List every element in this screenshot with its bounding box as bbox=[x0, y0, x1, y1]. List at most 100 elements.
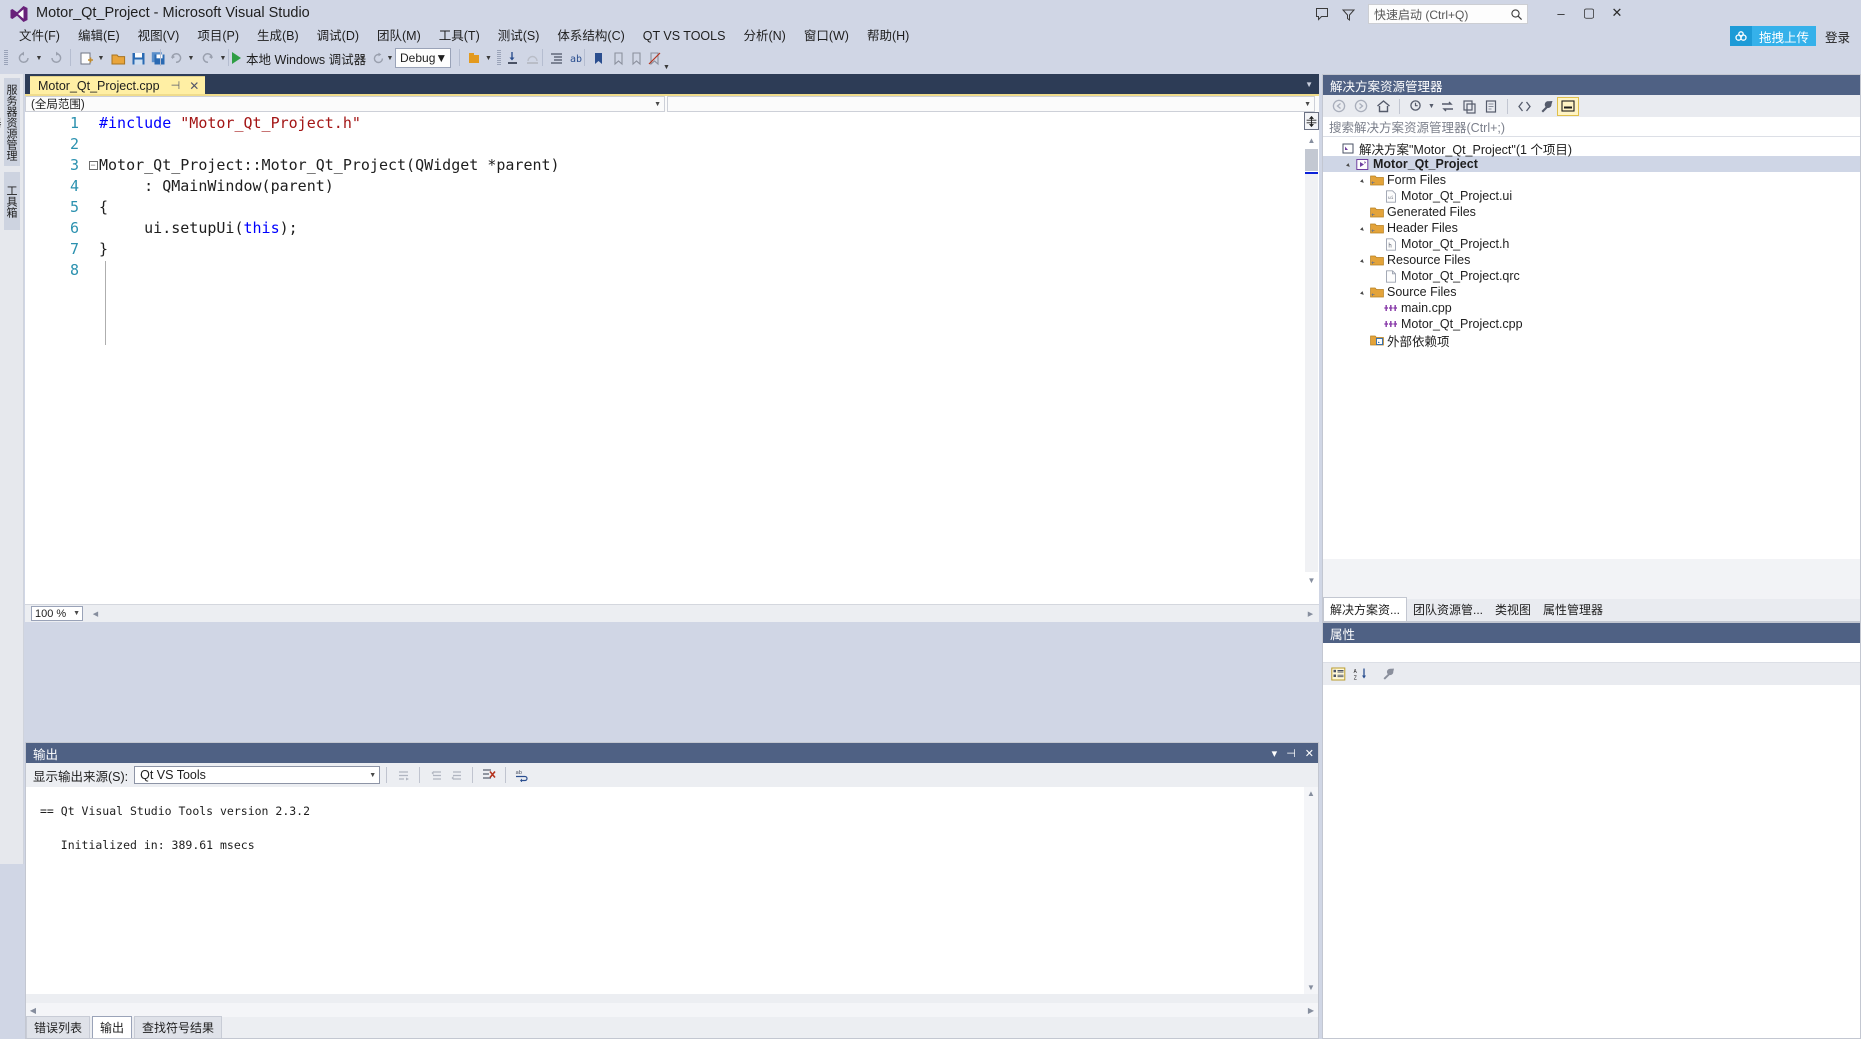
tab-property-manager[interactable]: 属性管理器 bbox=[1537, 598, 1609, 621]
tree-item-header-file[interactable]: h Motor_Qt_Project.h bbox=[1323, 236, 1860, 252]
menu-item-window[interactable]: 窗口(W) bbox=[795, 26, 858, 46]
output-text-area[interactable]: == Qt Visual Studio Tools version 2.3.2 … bbox=[26, 787, 1318, 994]
tree-item-qrc-file[interactable]: Motor_Qt_Project.qrc bbox=[1323, 268, 1860, 284]
next-message-icon[interactable] bbox=[446, 766, 466, 784]
tab-class-view[interactable]: 类视图 bbox=[1489, 598, 1537, 621]
horizontal-splitter[interactable] bbox=[25, 622, 1319, 626]
tree-item-solution[interactable]: 解决方案"Motor_Qt_Project"(1 个项目) bbox=[1323, 140, 1860, 157]
close-button[interactable]: ✕ bbox=[1604, 2, 1630, 24]
scope-dropdown[interactable]: (全局范围) ▼ bbox=[25, 96, 665, 112]
editor-vertical-scrollbar-thumb[interactable] bbox=[1305, 149, 1318, 171]
menu-item-team[interactable]: 团队(M) bbox=[368, 26, 430, 46]
open-file-icon[interactable] bbox=[108, 49, 128, 67]
previous-message-icon[interactable] bbox=[426, 766, 446, 784]
step-over-icon[interactable] bbox=[522, 49, 542, 67]
menu-item-project[interactable]: 项目(P) bbox=[188, 26, 248, 46]
next-bookmark-icon[interactable] bbox=[626, 49, 646, 67]
tab-team-explorer[interactable]: 团队资源管... bbox=[1407, 598, 1489, 621]
tree-item-folder[interactable]: ▲ Resource Files bbox=[1323, 252, 1860, 268]
code-editor-surface[interactable]: 1 #include "Motor_Qt_Project.h" 2 3− Motor_Q… bbox=[25, 112, 1319, 604]
tree-item-ui-file[interactable]: ui Motor_Qt_Project.ui bbox=[1323, 188, 1860, 204]
menu-item-build[interactable]: 生成(B) bbox=[248, 26, 308, 46]
expand-collapse-icon[interactable]: ▲ bbox=[1355, 288, 1368, 296]
menu-item-file[interactable]: 文件(F) bbox=[10, 26, 69, 46]
expand-collapse-icon[interactable]: ▲ bbox=[1355, 224, 1368, 232]
chevron-down-icon[interactable]: ▾ bbox=[1272, 747, 1278, 760]
pin-icon[interactable]: ⊣ bbox=[1286, 747, 1296, 760]
tab-find-symbol-results[interactable]: 查找符号结果 bbox=[134, 1016, 223, 1038]
member-dropdown[interactable]: ▼ bbox=[667, 96, 1315, 112]
sync-with-active-document-icon[interactable] bbox=[1436, 97, 1458, 116]
preview-selected-items-icon[interactable] bbox=[1557, 96, 1579, 116]
collapse-all-icon[interactable] bbox=[1480, 97, 1502, 116]
undo-dropdown-icon[interactable]: ▼ bbox=[186, 49, 196, 67]
properties-object-dropdown[interactable] bbox=[1323, 643, 1860, 663]
refresh-icon[interactable] bbox=[1458, 97, 1480, 116]
pending-changes-filter-icon[interactable] bbox=[1405, 97, 1427, 116]
zoom-level-dropdown[interactable]: 100 % ▼ bbox=[31, 606, 83, 621]
menu-item-architecture[interactable]: 体系结构(C) bbox=[548, 26, 633, 46]
tab-output[interactable]: 输出 bbox=[92, 1016, 133, 1038]
code-line[interactable]: 2 bbox=[25, 133, 1319, 154]
navigate-back-dropdown-icon[interactable]: ▼ bbox=[34, 49, 44, 67]
tree-item-folder[interactable]: ▲ Form Files bbox=[1323, 172, 1860, 188]
menu-item-debug[interactable]: 调试(D) bbox=[308, 26, 368, 46]
editor-scroll-up-icon[interactable]: ▲ bbox=[1305, 134, 1318, 147]
save-icon[interactable] bbox=[128, 49, 148, 67]
server-explorer-vertical-tab[interactable]: 服务器资源管理器 bbox=[0, 78, 20, 166]
code-line[interactable]: 1 #include "Motor_Qt_Project.h" bbox=[25, 112, 1319, 133]
chevron-down-icon[interactable]: ▼ bbox=[1305, 80, 1313, 89]
close-icon[interactable]: ✕ bbox=[189, 79, 199, 93]
toggle-word-wrap-icon[interactable]: ab bbox=[512, 766, 532, 784]
editor-tab-motor-qt-project-cpp[interactable]: Motor_Qt_Project.cpp ⊣ ✕ bbox=[30, 76, 206, 94]
tab-error-list[interactable]: 错误列表 bbox=[26, 1016, 91, 1038]
navigate-back-icon[interactable] bbox=[14, 49, 34, 67]
output-source-dropdown[interactable]: Qt VS Tools ▼ bbox=[134, 766, 381, 784]
new-project-dropdown-icon[interactable]: ▼ bbox=[96, 49, 106, 67]
feedback-icon[interactable] bbox=[1312, 4, 1332, 24]
redo-icon[interactable] bbox=[198, 49, 218, 67]
fold-toggle-icon[interactable]: − bbox=[87, 160, 99, 170]
tab-solution-explorer[interactable]: 解决方案资... bbox=[1323, 597, 1408, 621]
editor-vertical-scrollbar-track[interactable] bbox=[1305, 174, 1318, 572]
tree-item-folder[interactable]: ▲ Source Files bbox=[1323, 284, 1860, 300]
output-scroll-up-icon[interactable]: ▲ bbox=[1304, 787, 1318, 800]
code-line[interactable]: 6 ui.setupUi(this); bbox=[25, 217, 1319, 238]
previous-bookmark-icon[interactable] bbox=[608, 49, 628, 67]
restart-dropdown-icon[interactable]: ▼ bbox=[386, 49, 394, 67]
output-horizontal-scrollbar[interactable]: ◀ ▶ bbox=[26, 1003, 1318, 1017]
solution-explorer-search-input[interactable]: 搜索解决方案资源管理器(Ctrl+;) bbox=[1323, 117, 1860, 137]
code-line[interactable]: 5{ bbox=[25, 196, 1319, 217]
new-project-icon[interactable] bbox=[76, 49, 96, 67]
toolbox-vertical-tab[interactable]: 工具箱 bbox=[4, 172, 20, 230]
properties-icon[interactable] bbox=[1535, 97, 1557, 116]
menu-item-view[interactable]: 视图(V) bbox=[129, 26, 189, 46]
menu-item-tools[interactable]: 工具(T) bbox=[430, 26, 489, 46]
property-pages-icon[interactable] bbox=[1377, 665, 1399, 684]
expand-collapse-icon[interactable]: ▲ bbox=[1355, 256, 1368, 264]
tree-item-folder[interactable]: ▲ Header Files bbox=[1323, 220, 1860, 236]
start-debugging-dropdown-icon[interactable]: ▼ bbox=[358, 49, 368, 67]
output-scroll-down-icon[interactable]: ▼ bbox=[1304, 981, 1318, 994]
categorized-view-icon[interactable] bbox=[1327, 665, 1349, 684]
output-scroll-left-icon[interactable]: ◀ bbox=[26, 1004, 40, 1017]
quick-launch-input[interactable]: 快速启动 (Ctrl+Q) bbox=[1368, 4, 1528, 24]
clear-bookmarks-icon[interactable] bbox=[644, 49, 664, 67]
code-line[interactable]: 3− Motor_Qt_Project::Motor_Qt_Project(QWi… bbox=[25, 154, 1319, 175]
tree-item-external-deps[interactable]: 外部依赖项 bbox=[1323, 332, 1860, 349]
undo-icon[interactable] bbox=[166, 49, 186, 67]
forward-icon[interactable] bbox=[1350, 97, 1372, 116]
restart-icon[interactable] bbox=[370, 49, 386, 67]
maximize-button[interactable]: ▢ bbox=[1576, 2, 1602, 24]
scroll-map-icon[interactable] bbox=[1304, 112, 1319, 130]
expand-collapse-icon[interactable]: ▲ bbox=[1341, 160, 1354, 168]
code-line[interactable]: 8 bbox=[25, 259, 1319, 280]
menu-item-help[interactable]: 帮助(H) bbox=[858, 26, 918, 46]
minimize-button[interactable]: – bbox=[1548, 2, 1574, 24]
step-into-icon[interactable] bbox=[502, 49, 522, 67]
redo-dropdown-icon[interactable]: ▼ bbox=[218, 49, 228, 67]
menu-item-test[interactable]: 测试(S) bbox=[489, 26, 549, 46]
menu-item-qt-vs-tools[interactable]: QT VS TOOLS bbox=[634, 26, 735, 46]
output-scroll-right-icon[interactable]: ▶ bbox=[1304, 1004, 1318, 1017]
save-all-icon[interactable] bbox=[148, 49, 168, 67]
